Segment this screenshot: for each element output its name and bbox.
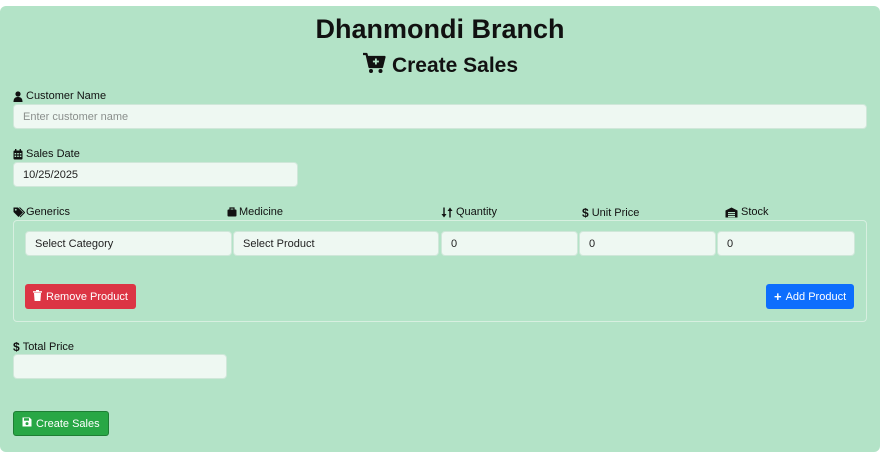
customer-name-label-text: Customer Name	[26, 90, 107, 102]
stock-input[interactable]: 0	[717, 231, 855, 256]
unit-price-header: $ Unit Price	[582, 206, 639, 220]
dollar-icon: $	[13, 340, 20, 354]
unit-price-input[interactable]: 0	[579, 231, 716, 256]
page-title: Create Sales	[391, 53, 519, 77]
stock-header-text: Stock	[741, 206, 769, 218]
medicine-select[interactable]: Select Product	[233, 231, 439, 256]
customer-name-input[interactable]: Enter customer name	[13, 104, 867, 129]
page-title-row: Create Sales	[0, 52, 880, 79]
cart-plus-icon	[362, 52, 386, 79]
quantity-header-text: Quantity	[456, 206, 497, 218]
warehouse-icon	[725, 207, 738, 218]
generics-header: Generics	[13, 206, 70, 218]
sales-date-input[interactable]: 10/25/2025	[13, 162, 298, 187]
trash-icon	[33, 289, 42, 304]
remove-product-label: Remove Product	[46, 290, 128, 303]
tags-icon	[13, 206, 25, 218]
total-price-label: $ Total Price	[13, 340, 74, 354]
calendar-icon	[13, 148, 23, 160]
unit-price-header-text: Unit Price	[591, 207, 640, 219]
customer-name-label: Customer Name	[13, 90, 106, 102]
add-product-button[interactable]: + Add Product	[766, 284, 855, 309]
dollar-icon: $	[582, 206, 589, 220]
plus-icon: +	[774, 289, 782, 304]
medicine-header-text: Medicine	[239, 206, 284, 218]
branch-title: Dhanmondi Branch	[315, 14, 565, 44]
generics-header-text: Generics	[26, 206, 71, 218]
add-product-label: Add Product	[785, 290, 847, 303]
total-price-input[interactable]	[13, 354, 227, 379]
sort-icon	[441, 207, 453, 218]
create-sales-label: Create Sales	[36, 417, 100, 430]
create-sales-button[interactable]: Create Sales	[13, 411, 109, 436]
sales-date-label-text: Sales Date	[26, 148, 80, 160]
total-price-label-text: Total Price	[22, 341, 75, 353]
quantity-input[interactable]: 0	[441, 231, 578, 256]
sales-date-label: Sales Date	[13, 148, 80, 160]
save-icon	[22, 417, 32, 430]
briefcase-icon	[227, 207, 237, 217]
quantity-header: Quantity	[441, 206, 497, 218]
generic-select[interactable]: Select Category	[25, 231, 232, 256]
medicine-header: Medicine	[227, 206, 283, 218]
user-icon	[13, 90, 23, 102]
remove-product-button[interactable]: Remove Product	[25, 284, 136, 309]
stock-header: Stock	[725, 206, 769, 218]
